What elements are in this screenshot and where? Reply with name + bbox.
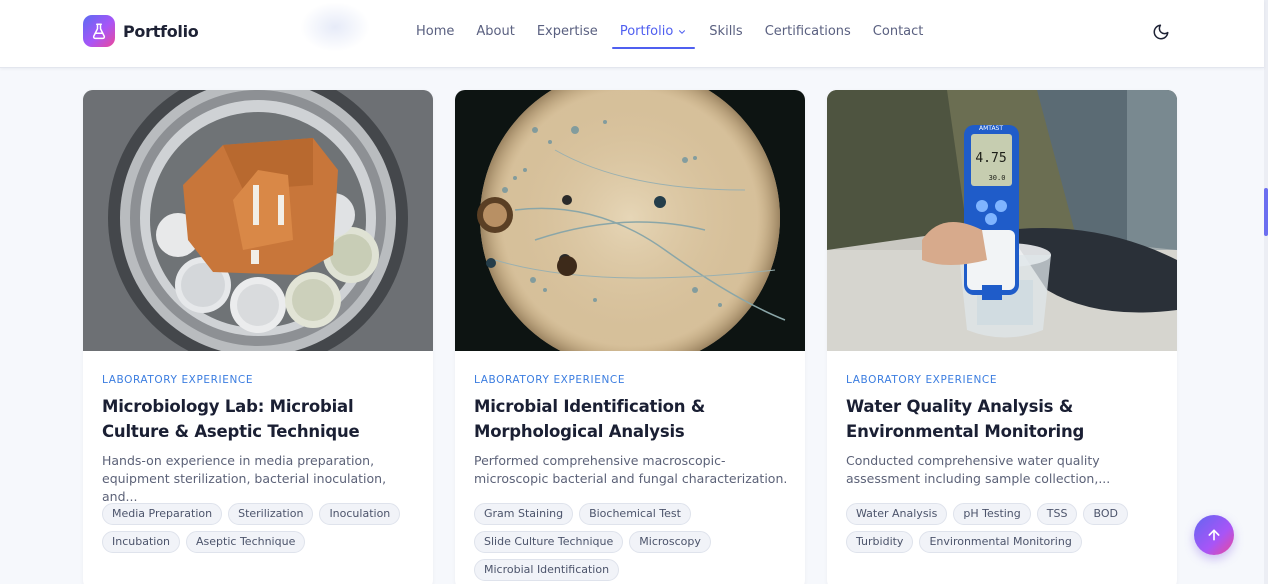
nav-home-label: Home (416, 24, 455, 39)
nav-skills-label: Skills (709, 24, 743, 39)
portfolio-card[interactable]: LABORATORY EXPERIENCE Microbial Identifi… (455, 90, 805, 584)
card-image-ph-meter: 4.75 30.0 AMTAST (827, 90, 1177, 351)
card-title[interactable]: Water Quality Analysis & Environmental M… (846, 394, 1166, 444)
nav-portfolio[interactable]: Portfolio (611, 17, 696, 49)
nav-certifications[interactable]: Certifications (757, 17, 859, 47)
meter-temperature: 30.0 (989, 174, 1006, 182)
flask-icon (83, 15, 115, 47)
tag-list: Media Preparation Sterilization Inoculat… (102, 503, 417, 553)
nav-skills[interactable]: Skills (701, 17, 750, 47)
tag: Gram Staining (474, 503, 574, 525)
nav-certifications-label: Certifications (764, 24, 851, 39)
nav-portfolio-label: Portfolio (619, 24, 674, 39)
site-header: Portfolio Home About Expertise Portfolio… (0, 0, 1264, 68)
logo-text: Portfolio (123, 21, 199, 41)
tag: Turbidity (846, 531, 914, 553)
nav-home[interactable]: Home (408, 17, 462, 47)
card-description: Performed comprehensive macroscopic-micr… (474, 453, 788, 486)
tag: Aseptic Technique (186, 531, 306, 553)
chevron-down-icon (679, 30, 686, 34)
moon-icon (1153, 24, 1169, 40)
portfolio-card[interactable]: 4.75 30.0 AMTAST LABORATORY EXPERIENCE W… (827, 90, 1177, 584)
tag: Water Analysis (846, 503, 948, 525)
nav-expertise-label: Expertise (536, 24, 598, 39)
meter-reading: 4.75 (975, 151, 1006, 166)
card-image-autoclave (83, 90, 433, 351)
tag: Microscopy (629, 531, 711, 553)
tag: Biochemical Test (579, 503, 691, 525)
card-title[interactable]: Microbiology Lab: Microbial Culture & As… (102, 394, 422, 444)
meter-brand: AMTAST (979, 125, 1003, 132)
arrow-up-icon (1208, 529, 1220, 541)
tag: pH Testing (953, 503, 1031, 525)
tag: Sterilization (228, 503, 314, 525)
tag: Media Preparation (102, 503, 223, 525)
theme-toggle-button[interactable] (1150, 21, 1172, 43)
logo[interactable]: Portfolio (83, 15, 199, 47)
tag-list: Gram Staining Biochemical Test Slide Cul… (474, 503, 789, 581)
nav-expertise[interactable]: Expertise (529, 17, 606, 47)
tag: Microbial Identification (474, 559, 620, 581)
nav-about-label: About (476, 24, 515, 39)
tag: Slide Culture Technique (474, 531, 624, 553)
nav-contact-label: Contact (872, 24, 924, 39)
tag: TSS (1036, 503, 1078, 525)
nav-about[interactable]: About (468, 17, 522, 47)
tag: Environmental Monitoring (919, 531, 1082, 553)
card-image-microscope (455, 90, 805, 351)
card-description: Hands-on experience in media preparation… (102, 453, 387, 504)
tag: BOD (1083, 503, 1128, 525)
card-title[interactable]: Microbial Identification & Morphological… (474, 394, 794, 444)
tag-list: Water Analysis pH Testing TSS BOD Turbid… (846, 503, 1161, 553)
header-decoration (300, 2, 370, 52)
card-category: LABORATORY EXPERIENCE (846, 374, 998, 386)
main-nav: Home About Expertise Portfolio Skills Ce… (408, 0, 937, 64)
card-category: LABORATORY EXPERIENCE (474, 374, 626, 386)
nav-contact[interactable]: Contact (865, 17, 932, 47)
tag: Incubation (102, 531, 181, 553)
scrollbar[interactable] (1264, 0, 1268, 584)
tag: Inoculation (319, 503, 401, 525)
back-to-top-button[interactable] (1194, 515, 1234, 555)
scrollbar-thumb[interactable] (1264, 188, 1268, 236)
card-category: LABORATORY EXPERIENCE (102, 374, 254, 386)
card-description: Conducted comprehensive water quality as… (846, 453, 1111, 486)
portfolio-card[interactable]: LABORATORY EXPERIENCE Microbiology Lab: … (83, 90, 433, 584)
